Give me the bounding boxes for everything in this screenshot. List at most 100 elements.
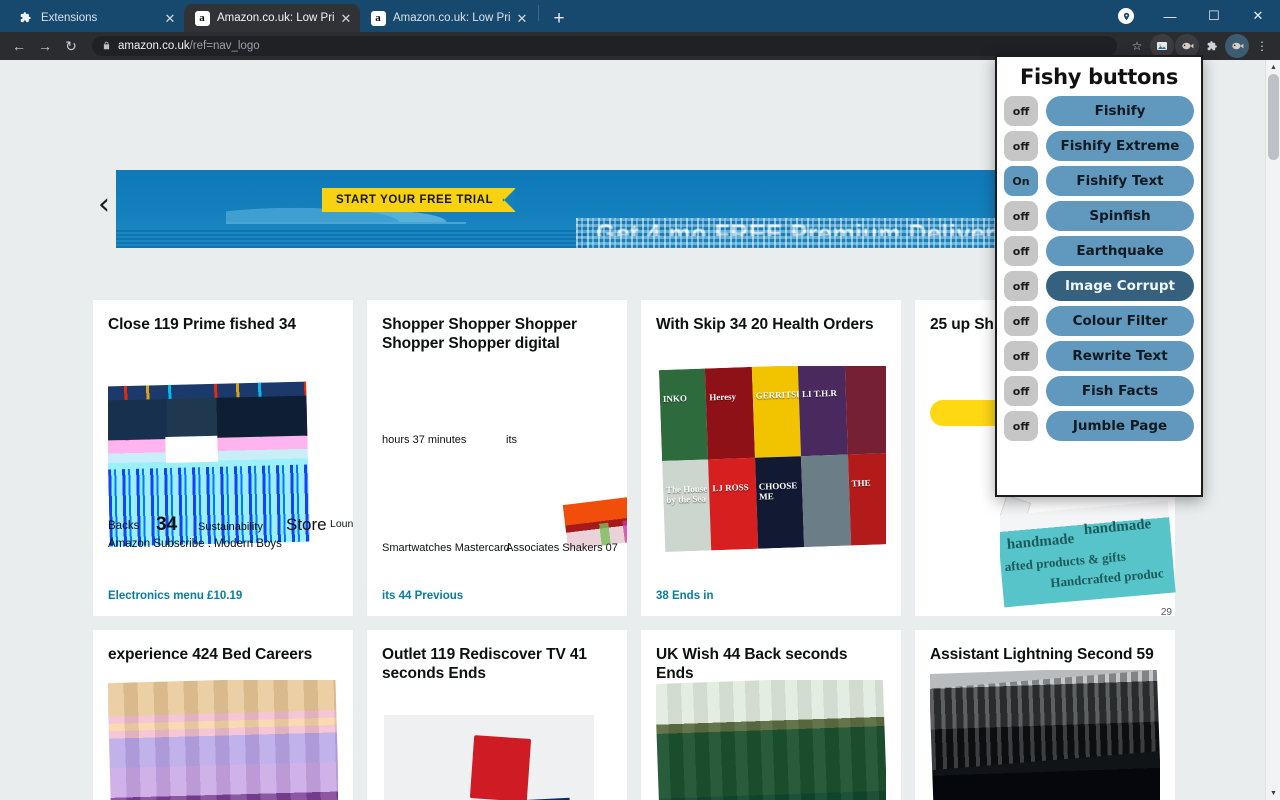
tab-title: Amazon.co.uk: Low Prices in Elec	[217, 12, 334, 24]
scroll-up-arrow-icon[interactable]: ▲	[1266, 60, 1280, 74]
card2-label-hours: hours 37 minutes	[382, 434, 467, 446]
card-uk-wish-back-seconds[interactable]: UK Wish 44 Back seconds Ends	[641, 630, 901, 800]
card-close-119-prime[interactable]: Close 119 Prime fished 34 Backs 34 Susta…	[93, 300, 353, 616]
toggle-colour-filter[interactable]: off	[1004, 306, 1038, 336]
forward-button[interactable]: →	[32, 33, 58, 59]
location-indicator-icon[interactable]	[1118, 8, 1134, 24]
puzzle-icon	[18, 10, 34, 26]
card-with-skip-health-orders[interactable]: With Skip 34 20 Health Orders INKO Heresy…	[641, 300, 901, 616]
back-button[interactable]: ←	[6, 33, 32, 59]
tab-close-icon[interactable]: ✕	[162, 10, 178, 26]
card-title: Assistant Lightning Second 59	[930, 646, 1154, 663]
tab-amazon-1[interactable]: a Amazon.co.uk: Low Prices in Elec ✕	[184, 4, 360, 32]
card2-label-smartwatches: Smartwatches Mastercard	[382, 542, 510, 554]
book-cover	[801, 454, 851, 548]
reload-button[interactable]: ↻	[58, 33, 84, 59]
book-cover: CHOOSE ME	[754, 456, 805, 549]
fishy-row-colour-filter: off Colour Filter	[1004, 306, 1194, 336]
book-title	[805, 480, 846, 481]
toggle-image-corrupt[interactable]: off	[1004, 271, 1038, 301]
fishy-row-fishify-extreme: off Fishify Extreme	[1004, 131, 1194, 161]
card-link[interactable]: Electronics menu £10.19	[108, 590, 242, 602]
card-shopper-digital[interactable]: Shopper Shopper Shopper Shopper Shopper …	[367, 300, 627, 616]
fishy-row-spinfish: off Spinfish	[1004, 201, 1194, 231]
book-cover: Heresy	[705, 366, 755, 460]
fishy-row-earthquake: off Earthquake	[1004, 236, 1194, 266]
caption-a: Backs	[108, 520, 140, 532]
banner-stripes-graphic	[116, 228, 586, 248]
button-jumble-page[interactable]: Jumble Page	[1046, 411, 1194, 441]
book-title: INKO	[662, 393, 688, 405]
tab-title: Extensions	[41, 12, 98, 24]
tab-close-icon[interactable]: ✕	[514, 10, 530, 26]
extensions-puzzle-icon[interactable]	[1200, 34, 1224, 58]
minimize-button[interactable]: —	[1148, 0, 1192, 32]
new-tab-button[interactable]: +	[545, 4, 573, 32]
card-link[interactable]: 38 Ends in	[656, 590, 714, 602]
card-title: Outlet 119 Rediscover TV 41 seconds Ends	[382, 646, 587, 683]
scroll-down-arrow-icon[interactable]: ▼	[1266, 786, 1280, 800]
toggle-fishify[interactable]: off	[1004, 96, 1038, 126]
fishy-row-rewrite-text: off Rewrite Text	[1004, 341, 1194, 371]
browser-window: Extensions ✕ a Amazon.co.uk: Low Prices …	[0, 0, 1280, 800]
card-assistant-lightning-second[interactable]: Assistant Lightning Second 59	[915, 630, 1175, 800]
chrome-menu-icon[interactable]: ⋮	[1250, 34, 1274, 58]
toggle-fishify-text[interactable]: On	[1004, 166, 1038, 196]
card-title: UK Wish 44 Back seconds Ends	[656, 646, 848, 683]
card2-label-its: its	[506, 434, 517, 446]
page-scrollbar[interactable]: ▲ ▼	[1265, 60, 1280, 800]
button-image-corrupt[interactable]: Image Corrupt	[1046, 271, 1194, 301]
book-title: CHOOSE ME	[758, 480, 798, 502]
card-experience-bed-careers[interactable]: experience 424 Bed Careers	[93, 630, 353, 800]
scrollbar-thumb[interactable]	[1268, 74, 1279, 160]
button-spinfish[interactable]: Spinfish	[1046, 201, 1194, 231]
banner-line-graphic	[226, 222, 466, 224]
url-host: amazon.co.uk	[118, 40, 190, 52]
caption-b: 34	[156, 514, 178, 535]
book-title: LI T.H.R	[801, 388, 838, 400]
toggle-earthquake[interactable]: off	[1004, 236, 1038, 266]
tag-notch	[502, 188, 516, 212]
card-link[interactable]: its 44 Previous	[382, 590, 463, 602]
close-window-button[interactable]: ✕	[1236, 0, 1280, 32]
fishy-row-fishify-text: On Fishify Text	[1004, 166, 1194, 196]
button-earthquake[interactable]: Earthquake	[1046, 236, 1194, 266]
book-cover: The House by the Sea	[662, 459, 712, 552]
book-cover: LJ ROSS	[708, 457, 758, 551]
fishy-row-image-corrupt: off Image Corrupt	[1004, 271, 1194, 301]
fishy-buttons-popup: Fishy buttons off Fishify off Fishify Extre…	[995, 55, 1203, 497]
amazon-favicon: a	[370, 10, 386, 26]
corrupted-bedroom-image	[108, 680, 338, 800]
card-outlet-rediscover-tv[interactable]: Outlet 119 Rediscover TV 41 seconds Ends	[367, 630, 627, 800]
button-fishify-text[interactable]: Fishify Text	[1046, 166, 1194, 196]
address-bar[interactable]: amazon.co.uk/ref=nav_logo	[92, 36, 1117, 56]
caption-c: Sustainability	[198, 521, 263, 533]
corrupted-dark-image	[930, 670, 1160, 800]
tab-close-icon[interactable]: ✕	[338, 10, 354, 26]
amazon-favicon: a	[194, 10, 210, 26]
caption-e: Loungewear	[330, 518, 353, 530]
book-title: THE	[851, 478, 871, 489]
url-path: /ref=nav_logo	[189, 40, 260, 52]
toggle-spinfish[interactable]: off	[1004, 201, 1038, 231]
toggle-rewrite-text[interactable]: off	[1004, 341, 1038, 371]
toggle-jumble-page[interactable]: off	[1004, 411, 1038, 441]
maximize-button[interactable]: ☐	[1192, 0, 1236, 32]
toggle-fish-facts[interactable]: off	[1004, 376, 1038, 406]
button-colour-filter[interactable]: Colour Filter	[1046, 306, 1194, 336]
tab-strip: Extensions ✕ a Amazon.co.uk: Low Prices …	[0, 0, 1280, 32]
card-title: Close 119 Prime fished 34	[108, 316, 296, 333]
card2-label-associates: Associates Shakers 07	[506, 542, 618, 554]
free-trial-tag[interactable]: START YOUR FREE TRIAL	[322, 188, 516, 212]
card-title: experience 424 Bed Careers	[108, 646, 313, 663]
tab-amazon-2[interactable]: a Amazon.co.uk: Low Prices in Elec ✕	[360, 4, 536, 32]
button-rewrite-text[interactable]: Rewrite Text	[1046, 341, 1194, 371]
toggle-fishify-extreme[interactable]: off	[1004, 131, 1038, 161]
popup-title: Fishy buttons	[1019, 65, 1179, 89]
button-fishify-extreme[interactable]: Fishify Extreme	[1046, 131, 1194, 161]
caption-d: Store	[286, 515, 327, 534]
button-fishify[interactable]: Fishify	[1046, 96, 1194, 126]
profile-avatar[interactable]	[1225, 34, 1249, 58]
button-fish-facts[interactable]: Fish Facts	[1046, 376, 1194, 406]
tab-extensions[interactable]: Extensions ✕	[8, 4, 184, 32]
